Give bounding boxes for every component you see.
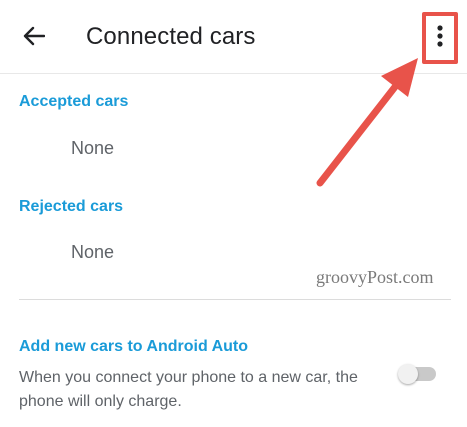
- back-button[interactable]: [14, 20, 54, 56]
- accepted-cars-header: Accepted cars: [19, 93, 129, 110]
- page-title: Connected cars: [86, 23, 256, 50]
- rejected-cars-header: Rejected cars: [19, 198, 124, 215]
- add-new-cars-toggle[interactable]: [398, 364, 438, 384]
- rejected-cars-value: None: [71, 242, 115, 262]
- divider: [19, 299, 451, 300]
- toggle-thumb: [398, 364, 418, 384]
- annotation-arrow-shaft: [316, 79, 402, 187]
- add-new-cars-title: Add new cars to Android Auto: [19, 338, 249, 355]
- more-vert-icon: [437, 24, 443, 52]
- watermark: groovyPost.com: [316, 267, 434, 287]
- add-new-cars-description: When you connect your phone to a new car…: [19, 369, 358, 410]
- arrow-back-icon: [23, 26, 46, 51]
- app-bar: Connected cars: [0, 0, 467, 74]
- accepted-cars-value: None: [71, 138, 115, 158]
- overflow-menu-button[interactable]: [428, 18, 452, 58]
- connected-cars-screen: Connected cars Accepted cars None Reject…: [0, 0, 467, 427]
